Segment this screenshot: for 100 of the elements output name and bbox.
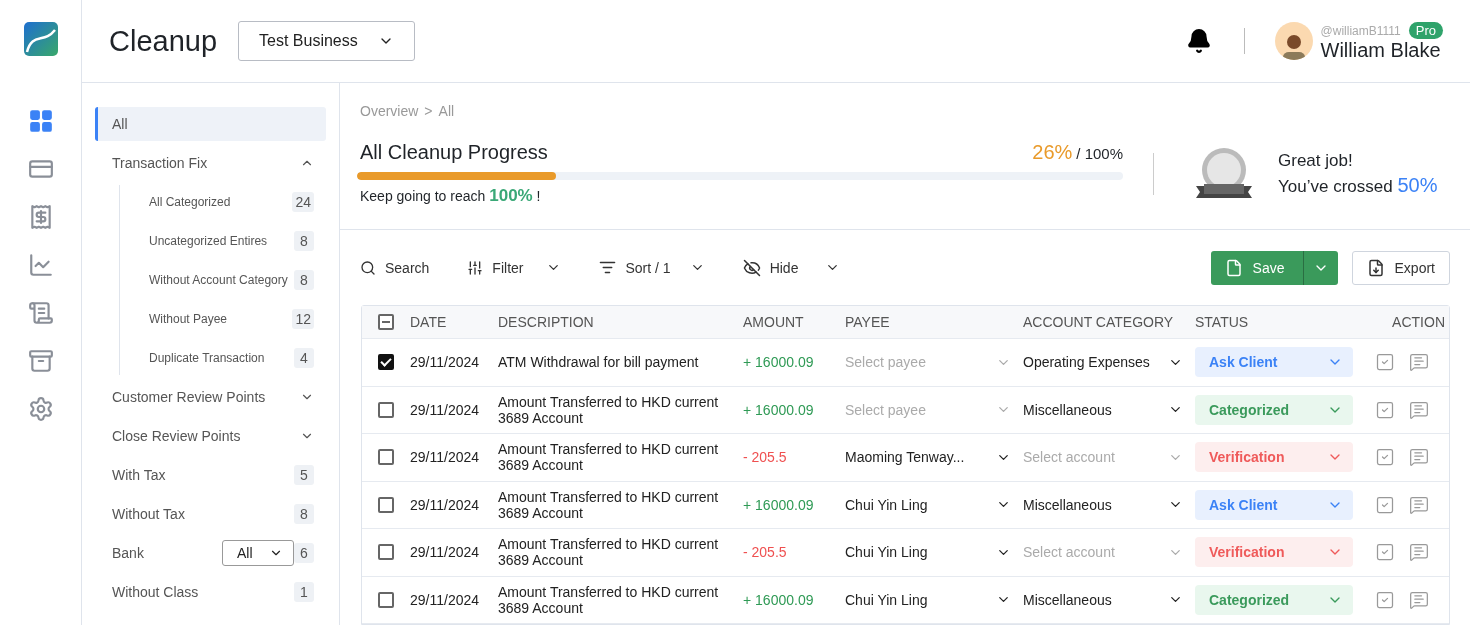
hide-button[interactable]: Hide [742,258,841,277]
plan-badge: Pro [1408,21,1443,39]
amount-cell-text: + 16000.09 [743,401,815,418]
progress-percent: 26% [1032,141,1073,163]
archive-icon[interactable] [26,348,55,374]
amount-cell-text: - 205.5 [743,449,788,466]
sidebar-item[interactable]: Uncategorized Entires 8 [134,224,326,258]
progress-hint: Keep going to reach 100% ! [360,188,541,204]
sort-button[interactable]: Sort / 1 [599,259,705,276]
column-header: DESCRIPTION [498,314,595,330]
amount-cell-text: + 16000.09 [743,496,815,513]
count-badge: 12 [292,309,314,329]
sidebar-item[interactable]: Close Review Points [95,419,326,453]
payee-select[interactable]: Chui Yin Ling [845,496,1023,513]
count-badge: 8 [294,504,314,524]
file-download-icon [1366,258,1385,277]
save-button[interactable]: Save [1210,250,1303,285]
breadcrumb-separator: > [424,103,433,119]
column-header: ACTION [1392,314,1446,330]
row-checkbox[interactable] [378,354,394,371]
description-cell-text: Amount Transferred to HKD current 3689 Account [498,583,720,616]
amount-cell-text: + 16000.09 [743,591,815,608]
payee-select[interactable]: Chui Yin Ling [845,591,1023,608]
select-all-checkbox[interactable] [378,314,394,330]
date-cell-text: 29/11/2024 [410,449,481,466]
check-square-icon[interactable] [1375,494,1395,515]
description-cell-text: ATM Withdrawal for bill payment [498,354,700,371]
row-checkbox[interactable] [378,544,394,561]
page-title: Cleanup [109,24,218,58]
check-square-icon[interactable] [1375,352,1395,373]
sidebar-item[interactable]: Without Account Category 8 [134,263,326,297]
comment-icon[interactable] [1409,399,1429,420]
comment-icon[interactable] [1409,542,1429,563]
column-header: PAYEE [845,314,891,330]
search-icon [360,259,376,276]
account-select[interactable]: Miscellaneous [1023,401,1195,418]
sidebar-item[interactable]: All [95,107,326,141]
count-badge: 4 [294,348,314,368]
check-square-icon[interactable] [1375,447,1395,468]
date-cell-text: 29/11/2024 [410,591,481,608]
description-cell-text: Amount Transferred to HKD current 3689 Account [498,441,720,474]
row-checkbox[interactable] [378,401,394,418]
eye-off-icon [742,258,761,277]
export-button[interactable]: Export [1351,250,1450,285]
sidebar-item[interactable]: With Tax 5 [95,458,326,492]
sidebar-item[interactable]: Without Class 1 [95,575,326,609]
sidebar-item[interactable]: Customer Review Points [95,380,326,414]
row-checkbox[interactable] [378,591,394,608]
comment-icon[interactable] [1409,447,1429,468]
avatar [1274,22,1313,60]
filter-button[interactable]: Filter [467,259,562,276]
comment-icon[interactable] [1409,352,1429,373]
account-select[interactable]: Miscellaneous [1023,496,1195,513]
check-square-icon[interactable] [1375,589,1395,610]
file-icon [1224,258,1243,277]
comment-icon[interactable] [1409,589,1429,610]
sidebar-item[interactable]: Without Tax 8 [95,497,326,531]
account-select[interactable]: Operating Expenses [1023,354,1195,371]
description-cell-text: Amount Transferred to HKD current 3689 Account [498,536,720,569]
bank-select[interactable]: All [222,540,294,566]
column-header: STATUS [1195,314,1250,330]
search-button[interactable]: Search [360,259,430,276]
date-cell-text: 29/11/2024 [410,544,481,561]
amount-cell-text: + 16000.09 [743,354,815,371]
count-badge: 5 [294,465,314,485]
row-checkbox[interactable] [378,496,394,513]
column-header: AMOUNT [743,314,805,330]
report-icon[interactable] [26,300,55,326]
count-badge: 8 [294,231,314,251]
sidebar-item[interactable]: All Categorized 24 [134,185,326,219]
description-cell-text: Amount Transferred to HKD current 3689 Account [498,488,720,521]
date-cell-text: 29/11/2024 [410,496,481,513]
count-badge: 6 [294,543,314,563]
comment-icon[interactable] [1409,494,1429,515]
payee-select[interactable]: Chui Yin Ling [845,544,1023,561]
account-select[interactable]: Miscellaneous [1023,591,1195,608]
amount-cell-text: - 205.5 [743,544,788,561]
count-badge: 8 [294,270,314,290]
date-cell-text: 29/11/2024 [410,354,481,371]
row-checkbox[interactable] [378,449,394,466]
description-cell-text: Amount Transferred to HKD current 3689 Account [498,393,720,426]
column-header: ACCOUNT CATEGORY [1023,314,1175,330]
user-handle: @williamB1111 [1320,23,1401,38]
sort-lines-icon [599,259,617,276]
congrats-text: Great job! [1278,149,1354,172]
check-square-icon[interactable] [1375,542,1395,563]
sliders-icon [467,259,484,276]
business-select[interactable]: Test Business [238,21,416,61]
check-square-icon[interactable] [1375,399,1395,420]
sidebar-item[interactable]: Duplicate Transaction 4 [134,341,326,375]
column-header: DATE [410,314,448,330]
sidebar-item[interactable]: Without Payee 12 [134,302,326,336]
user-name: William Blake [1320,38,1442,62]
save-menu-button[interactable] [1302,250,1338,285]
sidebar-item[interactable]: Bank All 6 [95,536,326,570]
progress-title: All Cleanup Progress [360,141,548,164]
logo-icon [23,22,58,56]
payee-select[interactable]: Maoming Tenway... [845,449,1023,466]
progress-total: / 100% [1076,145,1123,162]
sidebar-item[interactable]: Transaction Fix [95,146,326,180]
